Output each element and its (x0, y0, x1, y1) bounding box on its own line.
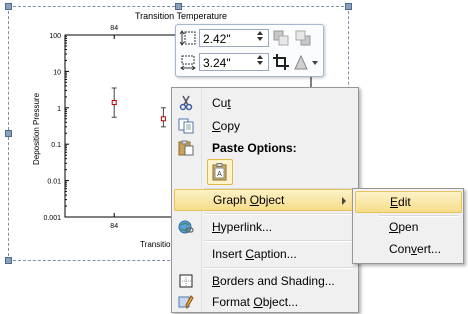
width-spinner[interactable] (255, 53, 264, 71)
y-tick-label: 1 (57, 106, 61, 113)
menu-item-cut[interactable]: Cut (174, 92, 355, 114)
menu-separator (204, 267, 354, 269)
submenu-arrow-icon (342, 197, 346, 205)
menu-separator (204, 240, 354, 242)
resize-handle-bottom-left[interactable] (5, 257, 12, 264)
chevron-down-icon[interactable] (312, 61, 318, 65)
height-spinner[interactable] (255, 29, 264, 47)
menu-item-copy[interactable]: Copy (174, 115, 355, 137)
svg-text:A: A (217, 171, 222, 178)
keep-text-only-icon: A (212, 163, 227, 181)
menu-item-graph-object[interactable]: Graph Object (174, 189, 357, 211)
y-tick-label: 0.1 (51, 142, 61, 149)
y-tick-label: 0.001 (43, 215, 61, 222)
x-tick-label: 84 (110, 223, 118, 230)
context-menu: Cut Copy Paste Options: A Graph Object H… (171, 87, 359, 313)
chart-title: Transition Temperature (135, 11, 227, 21)
menu-item-borders-and-shading[interactable]: Borders and Shading... (174, 270, 355, 292)
submenu-item-label: Convert... (389, 242, 442, 256)
mini-toolbar: 2.42" 3.24" (175, 24, 324, 77)
menu-item-label: Format Object... (212, 295, 299, 309)
y-axis-label: Deposition Pressure (32, 92, 41, 165)
menu-item-label: Paste Options: (212, 141, 297, 155)
paste-keep-text-only-button[interactable]: A (207, 159, 233, 185)
hyperlink-icon (178, 220, 194, 234)
y-tick-label: 0.01 (47, 179, 61, 186)
shape-height-icon (180, 30, 196, 46)
graph-object-submenu: Edit Open Convert... (352, 188, 464, 264)
borders-icon (179, 274, 193, 288)
copy-icon (178, 118, 194, 134)
resize-handle-top[interactable] (175, 3, 182, 10)
menu-item-label: Graph Object (213, 193, 285, 207)
submenu-item-open[interactable]: Open (355, 216, 460, 238)
scissors-icon (179, 95, 193, 111)
menu-item-label: Insert Caption... (212, 247, 297, 261)
resize-handle-left[interactable] (5, 130, 12, 137)
menu-item-label: Cut (212, 96, 231, 110)
data-point (111, 99, 117, 105)
submenu-item-convert[interactable]: Convert... (355, 238, 460, 260)
menu-item-paste-options: Paste Options: (174, 137, 355, 159)
bring-forward-icon[interactable] (272, 29, 290, 47)
resize-handle-top-right[interactable] (345, 3, 352, 10)
menu-item-hyperlink[interactable]: Hyperlink... (174, 216, 355, 238)
submenu-item-label: Open (389, 220, 419, 234)
y-tick-label: 100 (49, 33, 61, 40)
submenu-item-edit[interactable]: Edit (355, 191, 462, 213)
menu-separator (204, 213, 354, 215)
menu-item-label: Borders and Shading... (212, 274, 335, 288)
shape-effects-icon[interactable] (292, 53, 310, 71)
resize-handle-top-left[interactable] (5, 3, 12, 10)
format-object-icon (178, 295, 194, 310)
crop-icon[interactable] (272, 53, 290, 71)
submenu-item-label: Edit (390, 195, 411, 209)
shape-width-icon (180, 55, 196, 70)
send-backward-icon[interactable] (294, 29, 312, 47)
menu-item-insert-caption[interactable]: Insert Caption... (174, 243, 355, 265)
menu-item-label: Hyperlink... (212, 220, 273, 234)
menu-item-label: Copy (212, 119, 241, 133)
paste-icon (178, 140, 194, 156)
top-x-tick-label: 84 (110, 25, 118, 32)
data-point (160, 116, 166, 122)
y-tick-label: 10 (53, 69, 61, 76)
menu-item-format-object[interactable]: Format Object... (174, 291, 355, 313)
